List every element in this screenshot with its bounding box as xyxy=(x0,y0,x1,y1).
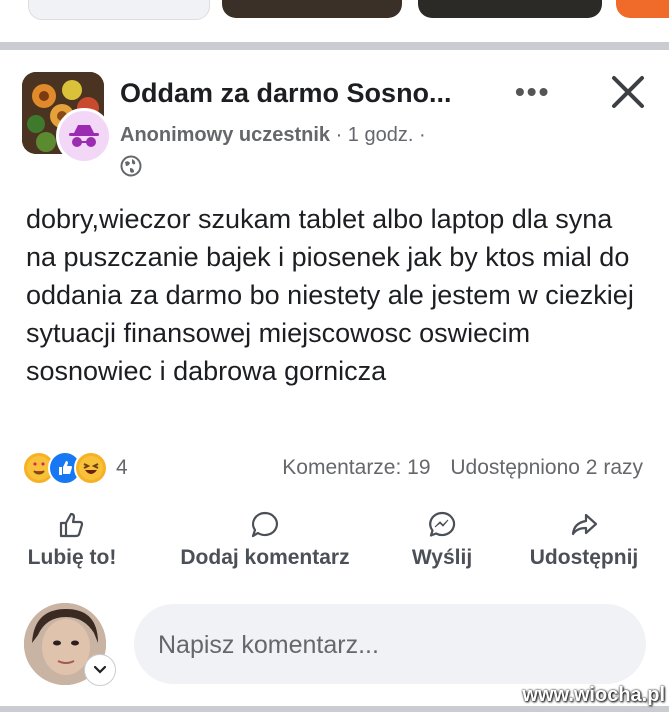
action-bar: Lubię to! Dodaj komentarz Wyślij Udostęp… xyxy=(0,510,669,580)
shares-count[interactable]: Udostępniono 2 razy xyxy=(450,456,643,479)
anonymous-badge xyxy=(56,108,112,164)
post-time[interactable]: · 1 godz. · xyxy=(336,124,426,146)
send-label: Wyślij xyxy=(411,546,473,569)
comments-count[interactable]: Komentarze: 19 xyxy=(282,456,430,479)
more-options-button[interactable]: ••• xyxy=(515,76,550,108)
comment-input[interactable] xyxy=(134,604,620,686)
author-name[interactable]: Anonimowy uczestnik xyxy=(120,124,330,146)
story-card[interactable] xyxy=(616,0,669,18)
story-card[interactable] xyxy=(418,0,602,18)
like-label: Lubię to! xyxy=(27,546,117,569)
incognito-icon xyxy=(69,125,99,147)
send-button[interactable]: Wyślij xyxy=(404,510,480,570)
reactions-count: 4 xyxy=(116,456,128,479)
group-name[interactable]: Oddam za darmo Sosno... xyxy=(120,78,452,109)
reactions-summary[interactable]: 4 xyxy=(22,450,128,486)
like-button[interactable]: Lubię to! xyxy=(22,510,122,570)
watermark: www.wiocha.pl xyxy=(522,684,665,706)
thumbs-up-icon xyxy=(59,512,84,538)
comment-composer[interactable] xyxy=(134,604,646,686)
story-card[interactable] xyxy=(28,0,210,20)
account-switch-button[interactable] xyxy=(84,654,116,686)
section-divider xyxy=(0,42,669,50)
messenger-icon xyxy=(429,511,456,537)
comment-bubble-icon xyxy=(251,511,278,538)
share-arrow-icon xyxy=(571,513,598,536)
stories-strip xyxy=(0,0,669,40)
close-icon[interactable] xyxy=(608,72,648,112)
share-label: Udostępnij xyxy=(529,546,639,569)
comment-label: Dodaj komentarz xyxy=(180,546,350,569)
comment-button[interactable]: Dodaj komentarz xyxy=(168,510,362,570)
post-text: dobry,wieczor szukam tablet albo laptop … xyxy=(26,204,634,386)
globe-icon xyxy=(120,155,142,177)
story-card[interactable] xyxy=(222,0,402,18)
post-stats: Komentarze: 19 Udostępniono 2 razy xyxy=(268,456,643,480)
post-meta: Anonimowy uczestnik · 1 godz. · xyxy=(120,124,426,147)
laughing-emoji-icon xyxy=(74,451,108,485)
chevron-down-icon xyxy=(93,665,107,674)
share-button[interactable]: Udostępnij xyxy=(522,510,646,570)
